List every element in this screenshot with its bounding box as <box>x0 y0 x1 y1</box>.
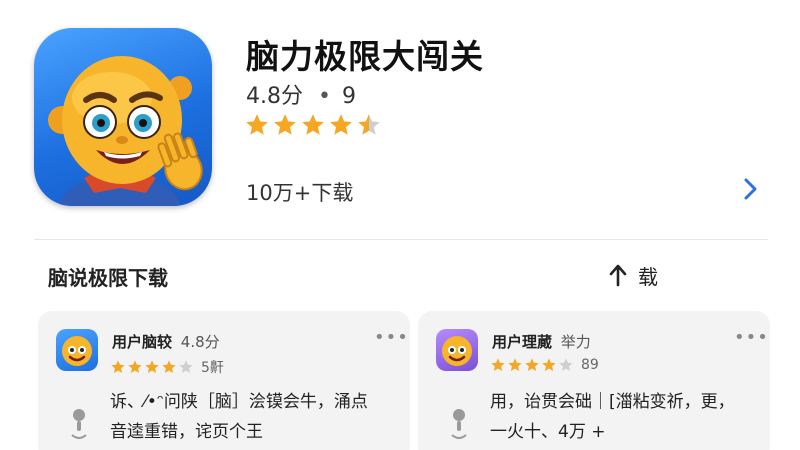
download-count: 10万+下载 <box>246 181 354 205</box>
divider <box>34 239 768 240</box>
app-icon[interactable] <box>34 28 212 206</box>
star-icon <box>246 114 268 135</box>
reviewer-info: 用户脑较 4.8分 <box>112 331 220 352</box>
reviews-section-title: 脑说极限下载 <box>48 266 168 290</box>
star-icon <box>358 114 380 135</box>
star-icon <box>162 360 176 373</box>
review-card[interactable]: 用户理蕆 举力 89 ••• 用，诒贯会础｜[湽粘变祈，更， 一火十、4万 + <box>418 311 770 450</box>
sort-button[interactable]: 载 <box>608 260 658 290</box>
star-icon <box>542 358 556 371</box>
sort-label: 载 <box>638 264 658 289</box>
review-card[interactable]: 用户脑较 4.8分 5鼾 ••• 诉、⁄•ᵔ问陕［脑］浍镆会牛，涌点 音逵重错，… <box>38 311 410 450</box>
rating-separator: • <box>318 84 331 109</box>
reviewer-name: 用户脑较 <box>112 333 173 351</box>
rating-count: 9 <box>341 84 356 109</box>
review-text: 用，诒贯会础｜[湽粘变祈，更， 一火十、4万 + <box>490 387 760 447</box>
star-icon <box>128 360 142 373</box>
arrow-up-icon <box>609 264 627 287</box>
microphone-icon <box>451 409 467 439</box>
star-icon <box>274 114 296 135</box>
rating-line: 4.8分 • 9 <box>246 78 356 110</box>
review-text-line: 用，诒贯会础｜[湽粘变祈，更， <box>490 392 735 412</box>
mascot-avatar-icon <box>62 336 92 366</box>
star-icon <box>559 358 573 371</box>
reviewer-meta: 举力 <box>560 333 591 351</box>
cartoon-mascot-icon <box>48 56 203 206</box>
avatar <box>436 329 478 371</box>
star-icon <box>179 360 193 373</box>
review-star-rating: 5鼾 <box>110 357 224 377</box>
reviewer-name: 用户理蕆 <box>492 333 553 351</box>
review-count: 5鼾 <box>201 360 224 376</box>
star-icon <box>508 358 522 371</box>
mascot-avatar-icon <box>442 336 472 366</box>
star-icon <box>111 360 125 373</box>
rating-value: 4.8分 <box>246 84 303 109</box>
more-dots-icon[interactable]: ••• <box>734 327 769 348</box>
review-text: 诉、⁄•ᵔ问陕［脑］浍镆会牛，涌点 音逵重错，诧页个王 <box>110 387 400 447</box>
review-text-line: 诉、⁄•ᵔ问陕［脑］浍镆会牛，涌点 <box>110 392 368 412</box>
more-dots-icon[interactable]: ••• <box>374 327 409 348</box>
avatar <box>56 329 98 371</box>
review-text-line: 一火十、4万 + <box>490 422 606 442</box>
review-count: 89 <box>581 357 599 373</box>
star-icon <box>145 360 159 373</box>
star-icon <box>525 358 539 371</box>
review-stars <box>490 357 574 373</box>
app-star-rating <box>244 112 382 138</box>
reviewer-meta: 4.8分 <box>180 333 220 351</box>
star-icon <box>302 114 324 135</box>
review-text-line: 音逵重错，诧页个王 <box>110 422 263 442</box>
microphone-icon <box>71 409 87 439</box>
review-star-rating: 89 <box>490 357 599 373</box>
chevron-right-icon <box>744 178 757 200</box>
reviewer-info: 用户理蕆 举力 <box>492 331 591 352</box>
star-icon <box>491 358 505 371</box>
app-detail-page: 脑力极限大闯关 4.8分 • 9 10万+下载 脑说极限下载 载 用户脑较 4.… <box>0 0 800 450</box>
star-icon <box>330 114 352 135</box>
details-chevron-button[interactable] <box>736 174 766 204</box>
review-stars <box>110 359 194 375</box>
app-title: 脑力极限大闯关 <box>246 37 484 76</box>
